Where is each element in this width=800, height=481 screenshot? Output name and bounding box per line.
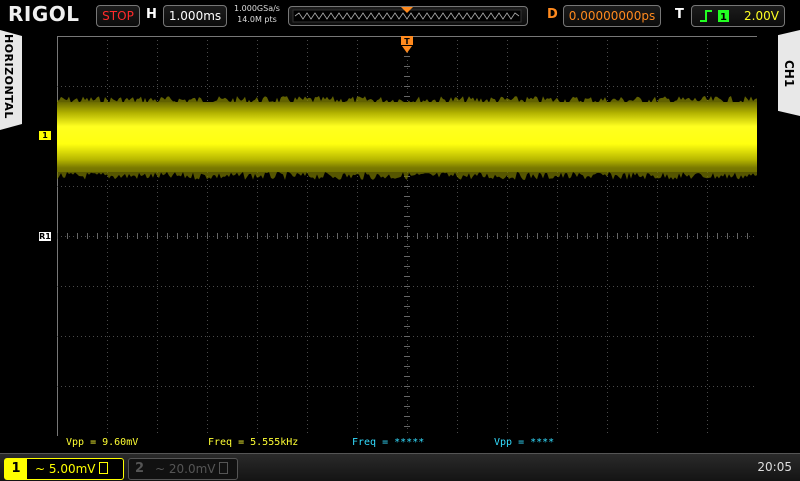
channel-2-setting: ~ 20.0mV bbox=[155, 462, 229, 476]
grid-lines bbox=[57, 36, 758, 437]
brand-logo: RIGOL bbox=[8, 2, 80, 26]
acquisition-info: 1.000GSa/s 14.0M pts bbox=[231, 3, 283, 25]
ch1-tab-label: CH1 bbox=[782, 60, 796, 88]
channel-1-tab[interactable]: 1 ~ 5.00mV bbox=[4, 458, 124, 480]
measurement-freq-ch2: Freq = ***** bbox=[352, 437, 425, 448]
channel-1-number: 1 bbox=[5, 459, 27, 479]
svg-text:T: T bbox=[404, 37, 410, 46]
sample-rate: 1.000GSa/s bbox=[234, 4, 280, 13]
measurement-freq-ch1: Freq = 5.555kHz bbox=[208, 437, 299, 448]
trigger-marker-icon: T bbox=[401, 36, 413, 53]
measurement-vpp-ch2: Vpp = **** bbox=[494, 437, 555, 448]
waveform-display[interactable]: T bbox=[57, 36, 758, 437]
channel-1-setting: ~ 5.00mV bbox=[35, 462, 109, 476]
delay-label: D bbox=[547, 7, 558, 22]
trigger-label: T bbox=[675, 7, 684, 22]
system-clock: 20:05 bbox=[757, 460, 792, 474]
trigger-settings[interactable]: 1 2.00V bbox=[691, 5, 785, 27]
rising-edge-icon: 1 bbox=[700, 10, 729, 23]
trigger-level: 2.00V bbox=[744, 9, 779, 23]
ch1-menu-tab[interactable]: CH1 bbox=[778, 30, 800, 116]
top-status-bar: RIGOL STOP H 1.000ms 1.000GSa/s 14.0M pt… bbox=[0, 0, 800, 30]
timebase-value[interactable]: 1.000ms bbox=[163, 5, 227, 27]
bandwidth-limit-icon bbox=[99, 462, 109, 474]
bandwidth-limit-icon bbox=[219, 462, 229, 474]
horizontal-label: H bbox=[146, 7, 157, 22]
horizontal-tab-label: HORIZONTAL bbox=[2, 34, 15, 119]
memory-waveform-icon bbox=[292, 7, 522, 23]
svg-text:1: 1 bbox=[720, 12, 727, 23]
horizontal-menu-tab[interactable]: HORIZONTAL bbox=[0, 30, 22, 130]
channel-2-number: 2 bbox=[135, 461, 145, 476]
delay-value[interactable]: 0.00000000ps bbox=[563, 5, 661, 27]
bottom-channel-bar: 1 ~ 5.00mV 2 ~ 20.0mV 20:05 bbox=[0, 453, 800, 481]
memory-depth: 14.0M pts bbox=[237, 15, 277, 24]
ch1-offset-marker[interactable]: 1 bbox=[39, 131, 51, 140]
ref1-offset-marker[interactable]: R1 bbox=[39, 232, 51, 241]
channel-2-tab[interactable]: 2 ~ 20.0mV bbox=[128, 458, 238, 480]
graticule: T bbox=[57, 36, 758, 437]
measurement-vpp-ch1: Vpp = 9.60mV bbox=[66, 437, 139, 448]
ch1-waveform-trace bbox=[57, 96, 757, 180]
memory-overview[interactable] bbox=[288, 6, 528, 26]
run-stop-status[interactable]: STOP bbox=[96, 5, 140, 27]
